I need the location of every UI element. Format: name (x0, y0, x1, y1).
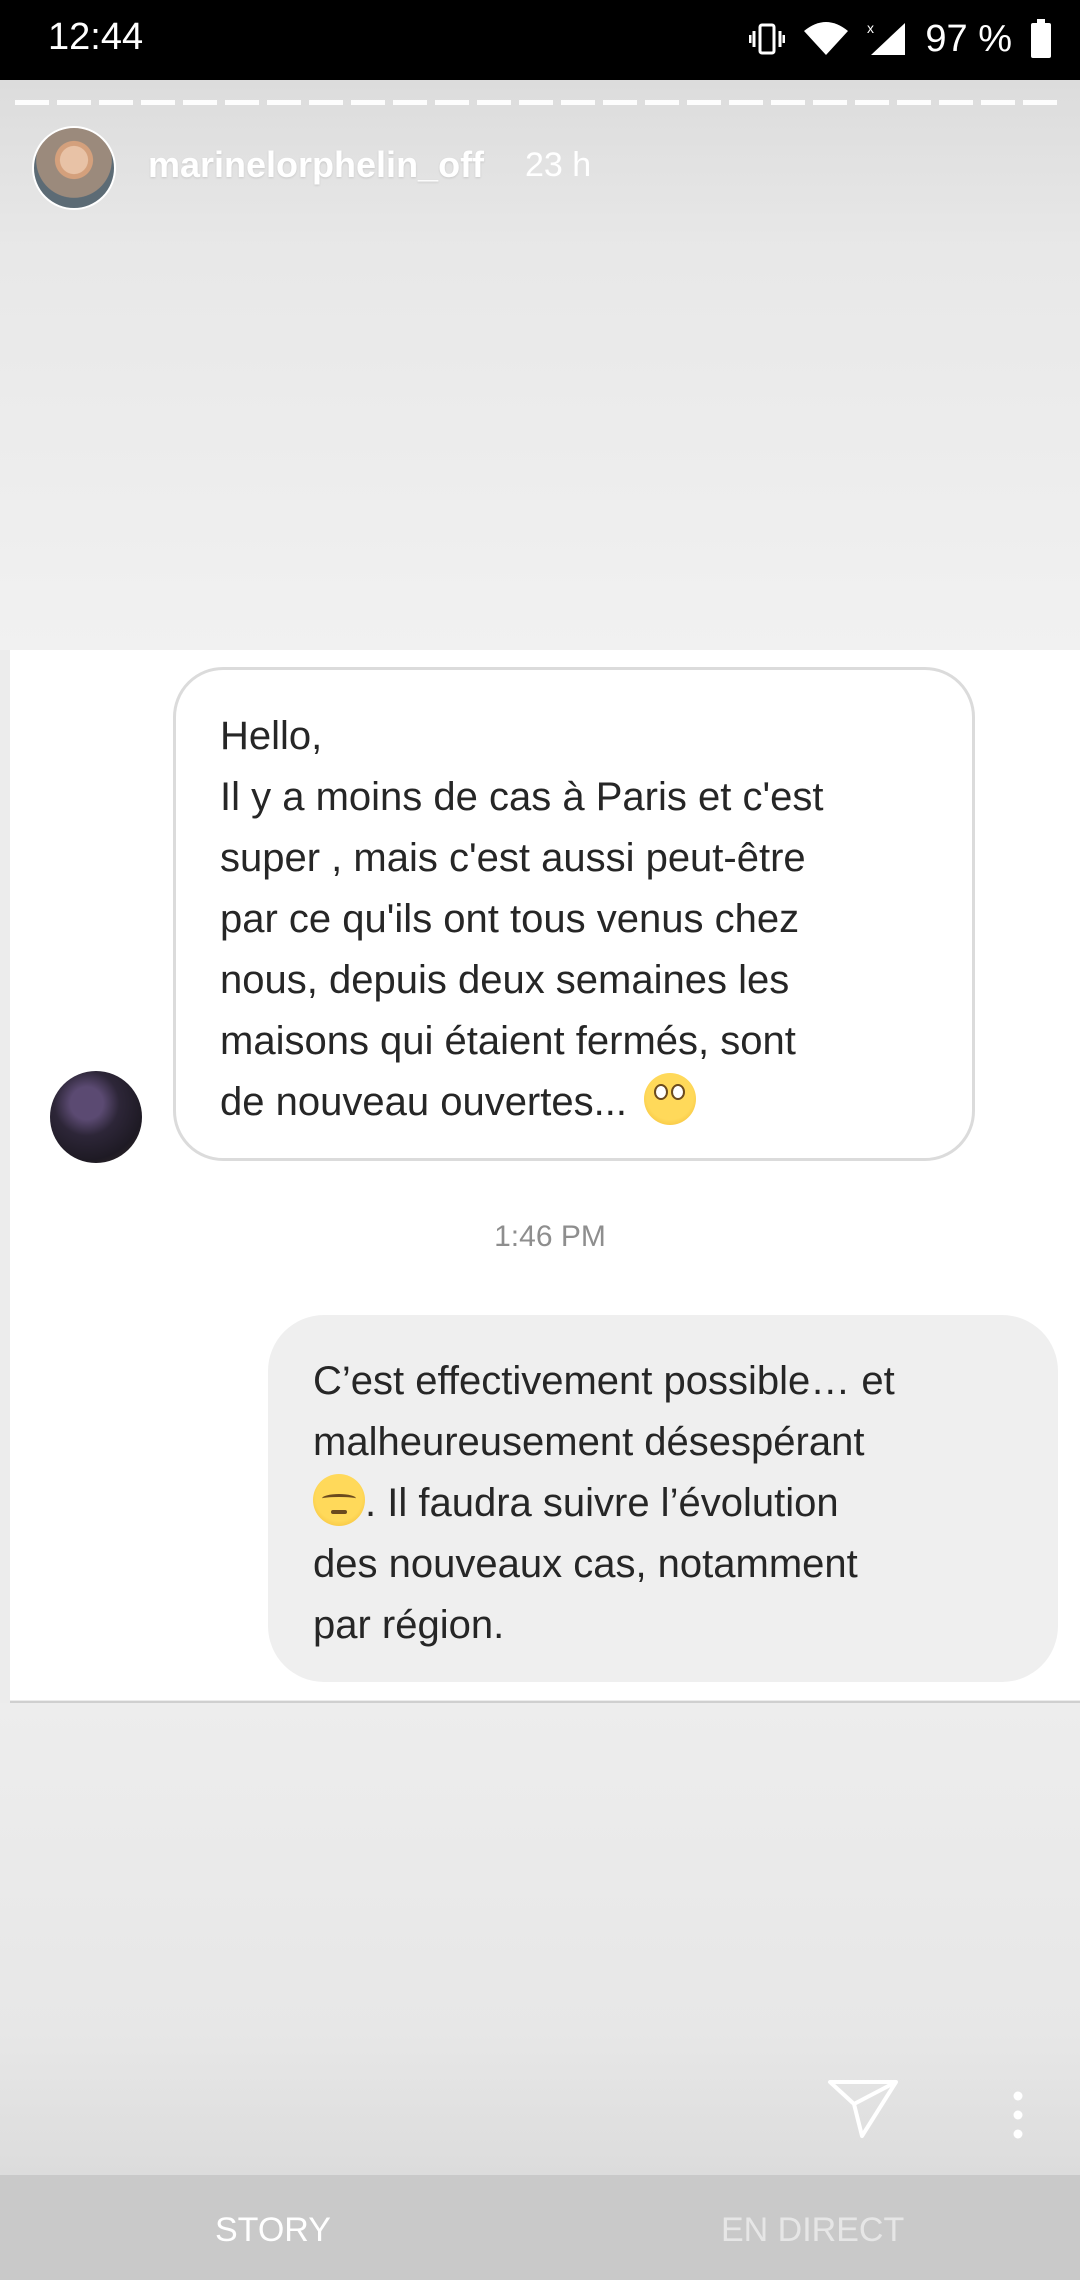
story-footer-background (0, 1703, 1080, 2175)
incoming-line-text: de nouveau ouvertes... (220, 1080, 627, 1124)
outgoing-line: des nouveaux cas, notamment (313, 1542, 858, 1586)
svg-text:x: x (867, 21, 874, 36)
tab-story[interactable]: STORY (215, 2211, 331, 2250)
outgoing-line: C’est effectivement possible… et (313, 1359, 895, 1403)
status-bar: 12:44 x 97 % (0, 0, 1080, 80)
status-icons: x 97 % (749, 16, 1052, 62)
rolling-eyes-emoji-icon (644, 1073, 697, 1125)
message-timestamp: 1:46 PM (494, 1220, 606, 1253)
incoming-line-last: de nouveau ouvertes... (220, 1072, 932, 1133)
pensive-face-emoji-icon (313, 1474, 365, 1526)
tab-live[interactable]: EN DIRECT (721, 2211, 904, 2250)
wifi-icon (803, 21, 849, 57)
outgoing-line: par région. (313, 1603, 505, 1647)
incoming-message-bubble: Hello, Il y a moins de cas à Paris et c'… (173, 667, 975, 1161)
bottom-tab-bar: STORY EN DIRECT (0, 2175, 1080, 2280)
profile-avatar[interactable] (32, 126, 116, 210)
send-icon[interactable] (826, 2076, 900, 2140)
more-options-icon[interactable] (1008, 2090, 1028, 2140)
outgoing-line: malheureusement désespérant (313, 1420, 865, 1464)
signal-icon: x (867, 21, 907, 57)
outgoing-line-with-emoji: . Il faudra suivre l’évolution (313, 1473, 1018, 1534)
battery-percentage: 97 % (925, 17, 1012, 60)
vibrate-icon (749, 21, 786, 57)
status-time: 12:44 (48, 16, 144, 58)
incoming-line: Il y a moins de cas à Paris et c'est (220, 775, 824, 819)
outgoing-message-bubble: C’est effectivement possible… et malheur… (268, 1315, 1058, 1682)
incoming-line: super , mais c'est aussi peut-être (220, 836, 806, 880)
story-time: 23 h (525, 146, 592, 184)
sender-avatar (50, 1071, 142, 1163)
incoming-line: Hello, (220, 714, 323, 758)
incoming-line: maisons qui étaient fermés, sont (220, 1019, 796, 1063)
incoming-line: nous, depuis deux semaines les (220, 958, 790, 1002)
battery-icon (1030, 19, 1052, 59)
story-progress-bar (15, 100, 1065, 105)
incoming-line: par ce qu'ils ont tous venus chez (220, 897, 800, 941)
username[interactable]: marinelorphelin_off (148, 144, 484, 186)
outgoing-line-text: . Il faudra suivre l’évolution (365, 1481, 839, 1525)
